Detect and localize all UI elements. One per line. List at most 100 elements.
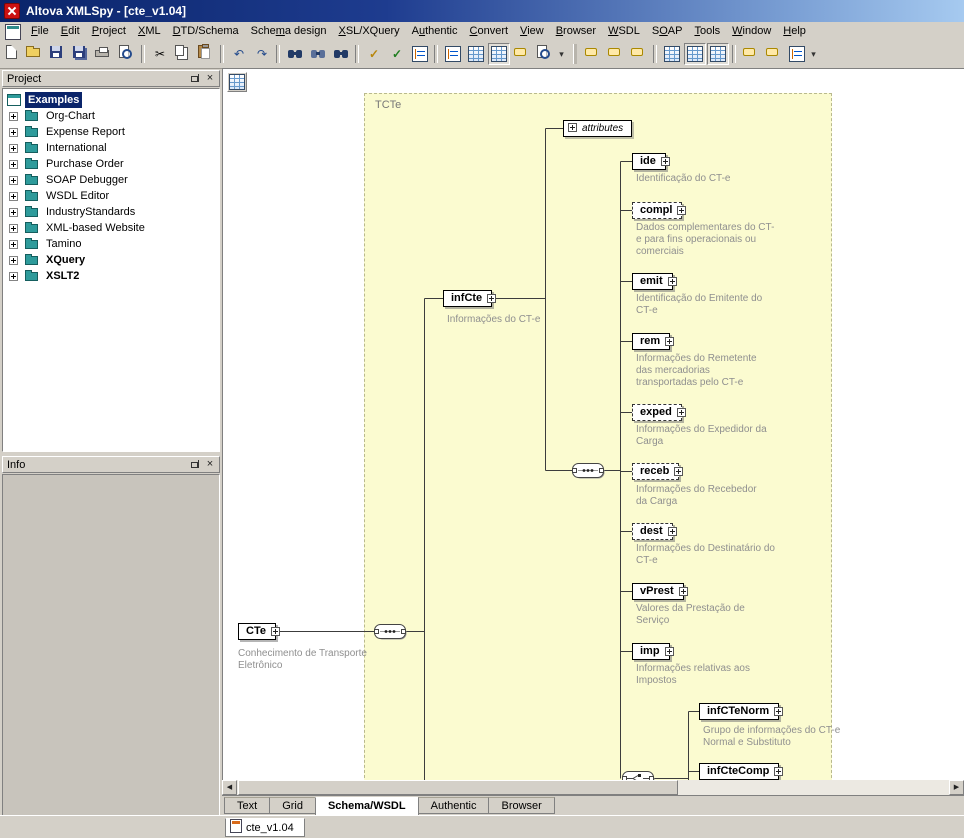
tab-browser[interactable]: Browser xyxy=(488,797,554,814)
tree-item-soap-debugger[interactable]: SOAP Debugger xyxy=(3,172,219,188)
expand-icon[interactable] xyxy=(9,192,18,201)
expand-icon[interactable] xyxy=(9,224,18,233)
toolbar-overflow-chevron[interactable]: ▾ xyxy=(556,43,567,65)
expand-icon[interactable] xyxy=(674,467,683,476)
choice-compositor-icon[interactable] xyxy=(622,771,656,780)
scroll-right-button[interactable]: ▶ xyxy=(949,780,964,795)
tree-item-tamino[interactable]: Tamino xyxy=(3,236,219,252)
tree-item-wsdl-editor[interactable]: WSDL Editor xyxy=(3,188,219,204)
element-rem[interactable]: rem xyxy=(632,333,670,350)
expand-icon[interactable] xyxy=(774,707,783,716)
expand-icon[interactable] xyxy=(774,767,783,776)
expand-icon[interactable] xyxy=(9,176,18,185)
document-tab-cte[interactable]: cte_v1.04 xyxy=(225,818,305,837)
schema-view-button[interactable] xyxy=(488,43,510,65)
print-preview-button[interactable] xyxy=(116,43,138,65)
expand-icon[interactable] xyxy=(9,128,18,137)
tree-item-xml-based-website[interactable]: XML-based Website xyxy=(3,220,219,236)
element-vprest[interactable]: vPrest xyxy=(632,583,684,600)
authentic-view-button[interactable] xyxy=(511,43,533,65)
redo-button[interactable]: ↷ xyxy=(251,43,273,65)
validate-button[interactable]: ✓ xyxy=(386,43,408,65)
expand-icon[interactable] xyxy=(677,408,686,417)
close-button[interactable]: × xyxy=(203,458,217,471)
derive-type-button[interactable] xyxy=(786,43,808,65)
document-icon[interactable] xyxy=(5,24,21,40)
toolbar-overflow-chevron[interactable]: ▾ xyxy=(808,43,819,65)
menu-edit[interactable]: Edit xyxy=(55,22,86,39)
element-infctenorm[interactable]: infCTeNorm xyxy=(699,703,779,720)
expand-icon[interactable] xyxy=(668,277,677,286)
scroll-left-button[interactable]: ◀ xyxy=(222,780,237,795)
add-child-button[interactable] xyxy=(628,43,650,65)
close-button[interactable]: × xyxy=(203,72,217,85)
tree-item-industrystandards[interactable]: IndustryStandards xyxy=(3,204,219,220)
tab-grid[interactable]: Grid xyxy=(269,797,316,814)
save-button[interactable] xyxy=(47,43,69,65)
copy-button[interactable] xyxy=(172,43,194,65)
tab-authentic[interactable]: Authentic xyxy=(418,797,490,814)
add-element-button[interactable] xyxy=(740,43,762,65)
tree-item-international[interactable]: International xyxy=(3,140,219,156)
menu-wsdl[interactable]: WSDL xyxy=(602,22,646,39)
expand-icon[interactable] xyxy=(487,294,496,303)
element-infctecomp[interactable]: infCteComp xyxy=(699,763,779,780)
show-annotations-button[interactable] xyxy=(684,43,706,65)
menu-help[interactable]: Help xyxy=(777,22,812,39)
display-diagram-button[interactable] xyxy=(661,43,683,65)
pin-button[interactable] xyxy=(189,458,203,471)
menu-authentic[interactable]: Authentic xyxy=(406,22,464,39)
element-compl[interactable]: compl xyxy=(632,202,682,219)
menu-schema-design[interactable]: Schema design xyxy=(245,22,333,39)
menu-window[interactable]: Window xyxy=(726,22,777,39)
expand-icon[interactable] xyxy=(271,627,280,636)
expand-icon[interactable] xyxy=(9,112,18,121)
replace-button[interactable] xyxy=(330,43,352,65)
menu-view[interactable]: View xyxy=(514,22,550,39)
paste-button[interactable] xyxy=(195,43,217,65)
element-dest[interactable]: dest xyxy=(632,523,673,540)
menu-soap[interactable]: SOAP xyxy=(646,22,689,39)
expand-icon[interactable] xyxy=(665,647,674,656)
expand-icon[interactable] xyxy=(9,144,18,153)
menu-xsl-xquery[interactable]: XSL/XQuery xyxy=(332,22,405,39)
print-button[interactable] xyxy=(93,43,115,65)
menu-xml[interactable]: XML xyxy=(132,22,167,39)
cut-button[interactable]: ✂ xyxy=(149,43,171,65)
show-attributes-button[interactable] xyxy=(707,43,729,65)
expand-icon[interactable] xyxy=(9,272,18,281)
tree-item-examples[interactable]: Examples xyxy=(3,92,219,108)
expand-icon[interactable] xyxy=(679,587,688,596)
element-infcte[interactable]: infCte xyxy=(443,290,492,307)
insert-row-button[interactable] xyxy=(605,43,627,65)
expand-icon[interactable] xyxy=(677,206,686,215)
toolbar-grip[interactable] xyxy=(573,44,577,64)
sequence-compositor-icon[interactable] xyxy=(374,624,408,641)
element-receb[interactable]: receb xyxy=(632,463,679,480)
menu-dtd-schema[interactable]: DTD/Schema xyxy=(167,22,245,39)
check-well-formed-button[interactable]: ✓ xyxy=(363,43,385,65)
element-emit[interactable]: emit xyxy=(632,273,673,290)
tree-item-org-chart[interactable]: Org-Chart xyxy=(3,108,219,124)
new-document-button[interactable] xyxy=(1,43,23,65)
append-row-button[interactable] xyxy=(582,43,604,65)
expand-icon[interactable] xyxy=(661,157,670,166)
expand-icon[interactable] xyxy=(9,208,18,217)
tab-text[interactable]: Text xyxy=(224,797,270,814)
tree-item-xquery[interactable]: XQuery xyxy=(3,252,219,268)
menu-convert[interactable]: Convert xyxy=(464,22,515,39)
grid-view-button[interactable] xyxy=(465,43,487,65)
undo-button[interactable]: ↶ xyxy=(228,43,250,65)
element-exped[interactable]: exped xyxy=(632,404,682,421)
element-ide[interactable]: ide xyxy=(632,153,666,170)
open-button[interactable] xyxy=(24,43,46,65)
browser-view-button[interactable] xyxy=(534,43,556,65)
scrollbar-thumb[interactable] xyxy=(238,780,678,795)
expand-icon[interactable] xyxy=(9,240,18,249)
pin-button[interactable] xyxy=(189,72,203,85)
menu-browser[interactable]: Browser xyxy=(550,22,602,39)
expand-icon[interactable] xyxy=(665,337,674,346)
text-view-button[interactable] xyxy=(442,43,464,65)
save-all-button[interactable] xyxy=(70,43,92,65)
menu-project[interactable]: Project xyxy=(86,22,132,39)
